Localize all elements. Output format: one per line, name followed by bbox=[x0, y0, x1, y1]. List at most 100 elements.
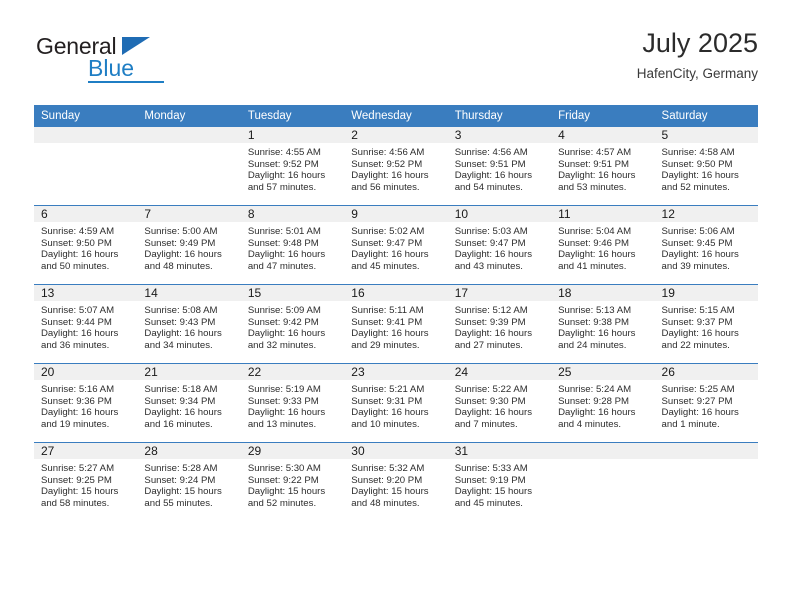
day-number: 3 bbox=[447, 127, 552, 143]
day-number: 16 bbox=[344, 285, 448, 301]
sunrise-text: Sunrise: 5:12 AM bbox=[454, 305, 528, 316]
weekday-header-sunday: Sunday bbox=[34, 105, 138, 127]
calendar-week-row: 13 Sunrise: 5:07 AM Sunset: 9:44 PM Dayl… bbox=[34, 284, 758, 364]
day-cell[interactable] bbox=[137, 127, 241, 206]
sunset-text: Sunset: 9:47 PM bbox=[454, 237, 526, 249]
day-details: Sunrise: 5:11 AM Sunset: 9:41 PM Dayligh… bbox=[344, 301, 447, 351]
day-cell[interactable]: 24 Sunrise: 5:22 AM Sunset: 9:30 PM Dayl… bbox=[447, 363, 552, 443]
day-details: Sunrise: 5:09 AM Sunset: 9:42 PM Dayligh… bbox=[241, 301, 344, 351]
daylight-text: Daylight: 16 hours and 34 minutes. bbox=[144, 328, 222, 351]
sunset-text: Sunset: 9:50 PM bbox=[661, 158, 733, 170]
day-number: 24 bbox=[447, 364, 552, 380]
day-number: 15 bbox=[240, 285, 345, 301]
day-number: 19 bbox=[654, 285, 758, 301]
day-details: Sunrise: 4:55 AM Sunset: 9:52 PM Dayligh… bbox=[241, 143, 344, 193]
sunrise-text: Sunrise: 5:28 AM bbox=[144, 463, 218, 474]
sunrise-text: Sunrise: 5:22 AM bbox=[454, 384, 528, 395]
daylight-text: Daylight: 16 hours and 52 minutes. bbox=[661, 170, 739, 193]
day-cell[interactable]: 27 Sunrise: 5:27 AM Sunset: 9:25 PM Dayl… bbox=[34, 442, 138, 521]
daylight-text: Daylight: 15 hours and 55 minutes. bbox=[144, 486, 222, 509]
day-cell[interactable]: 10 Sunrise: 5:03 AM Sunset: 9:47 PM Dayl… bbox=[447, 205, 552, 285]
day-cell[interactable]: 28 Sunrise: 5:28 AM Sunset: 9:24 PM Dayl… bbox=[137, 442, 241, 521]
daylight-text: Daylight: 16 hours and 45 minutes. bbox=[351, 249, 429, 272]
day-cell[interactable]: 20 Sunrise: 5:16 AM Sunset: 9:36 PM Dayl… bbox=[34, 363, 138, 443]
sunrise-text: Sunrise: 5:32 AM bbox=[351, 463, 425, 474]
day-cell[interactable]: 21 Sunrise: 5:18 AM Sunset: 9:34 PM Dayl… bbox=[137, 363, 241, 443]
calendar-header-row: Sunday Monday Tuesday Wednesday Thursday… bbox=[34, 105, 758, 127]
day-cell[interactable]: 23 Sunrise: 5:21 AM Sunset: 9:31 PM Dayl… bbox=[344, 363, 448, 443]
sunset-text: Sunset: 9:38 PM bbox=[558, 316, 630, 328]
sunset-text: Sunset: 9:44 PM bbox=[41, 316, 112, 328]
daylight-text: Daylight: 16 hours and 54 minutes. bbox=[454, 170, 533, 193]
day-number: 29 bbox=[240, 443, 345, 459]
day-cell[interactable]: 22 Sunrise: 5:19 AM Sunset: 9:33 PM Dayl… bbox=[240, 363, 345, 443]
day-cell[interactable]: 29 Sunrise: 5:30 AM Sunset: 9:22 PM Dayl… bbox=[240, 442, 345, 521]
sunset-text: Sunset: 9:52 PM bbox=[351, 158, 423, 170]
day-cell[interactable]: 26 Sunrise: 5:25 AM Sunset: 9:27 PM Dayl… bbox=[654, 363, 758, 443]
daylight-text: Daylight: 16 hours and 1 minute. bbox=[661, 407, 739, 430]
daylight-text: Daylight: 16 hours and 57 minutes. bbox=[247, 170, 326, 193]
sunrise-text: Sunrise: 5:04 AM bbox=[558, 226, 632, 237]
day-cell[interactable]: 18 Sunrise: 5:13 AM Sunset: 9:38 PM Dayl… bbox=[551, 284, 655, 364]
day-cell[interactable]: 5 Sunrise: 4:58 AM Sunset: 9:50 PM Dayli… bbox=[654, 127, 758, 206]
day-number: 20 bbox=[34, 364, 138, 380]
day-cell[interactable]: 4 Sunrise: 4:57 AM Sunset: 9:51 PM Dayli… bbox=[551, 127, 655, 206]
day-cell[interactable]: 8 Sunrise: 5:01 AM Sunset: 9:48 PM Dayli… bbox=[240, 205, 345, 285]
day-cell[interactable]: 12 Sunrise: 5:06 AM Sunset: 9:45 PM Dayl… bbox=[654, 205, 758, 285]
sunrise-text: Sunrise: 5:08 AM bbox=[144, 305, 218, 316]
day-number: 28 bbox=[137, 443, 241, 459]
daylight-text: Daylight: 16 hours and 19 minutes. bbox=[41, 407, 119, 430]
day-cell[interactable]: 3 Sunrise: 4:56 AM Sunset: 9:51 PM Dayli… bbox=[447, 127, 552, 206]
daylight-text: Daylight: 16 hours and 24 minutes. bbox=[558, 328, 636, 351]
day-cell[interactable]: 15 Sunrise: 5:09 AM Sunset: 9:42 PM Dayl… bbox=[240, 284, 345, 364]
day-cell[interactable] bbox=[654, 442, 758, 521]
day-number: 30 bbox=[344, 443, 448, 459]
day-details: Sunrise: 4:56 AM Sunset: 9:52 PM Dayligh… bbox=[344, 143, 447, 193]
day-cell[interactable]: 17 Sunrise: 5:12 AM Sunset: 9:39 PM Dayl… bbox=[447, 284, 552, 364]
day-cell[interactable]: 2 Sunrise: 4:56 AM Sunset: 9:52 PM Dayli… bbox=[344, 127, 448, 206]
day-cell[interactable]: 13 Sunrise: 5:07 AM Sunset: 9:44 PM Dayl… bbox=[34, 284, 138, 364]
daylight-text: Daylight: 16 hours and 32 minutes. bbox=[247, 328, 326, 351]
day-cell[interactable]: 30 Sunrise: 5:32 AM Sunset: 9:20 PM Dayl… bbox=[344, 442, 448, 521]
day-number: 17 bbox=[447, 285, 552, 301]
day-cell[interactable]: 6 Sunrise: 4:59 AM Sunset: 9:50 PM Dayli… bbox=[34, 205, 138, 285]
day-number: 5 bbox=[654, 127, 758, 143]
day-number: 27 bbox=[34, 443, 138, 459]
sunset-text: Sunset: 9:41 PM bbox=[351, 316, 423, 328]
day-cell[interactable]: 31 Sunrise: 5:33 AM Sunset: 9:19 PM Dayl… bbox=[447, 442, 552, 521]
day-cell[interactable]: 11 Sunrise: 5:04 AM Sunset: 9:46 PM Dayl… bbox=[551, 205, 655, 285]
day-details: Sunrise: 4:57 AM Sunset: 9:51 PM Dayligh… bbox=[551, 143, 654, 193]
page-title: July 2025 bbox=[642, 28, 758, 58]
daylight-text: Daylight: 16 hours and 53 minutes. bbox=[558, 170, 636, 193]
sunrise-text: Sunrise: 5:16 AM bbox=[41, 384, 115, 395]
sunrise-text: Sunrise: 5:24 AM bbox=[558, 384, 632, 395]
day-cell[interactable]: 25 Sunrise: 5:24 AM Sunset: 9:28 PM Dayl… bbox=[551, 363, 655, 443]
sunrise-text: Sunrise: 4:59 AM bbox=[41, 226, 115, 237]
daylight-text: Daylight: 16 hours and 47 minutes. bbox=[247, 249, 326, 272]
day-details: Sunrise: 5:06 AM Sunset: 9:45 PM Dayligh… bbox=[655, 222, 758, 272]
day-cell[interactable]: 1 Sunrise: 4:55 AM Sunset: 9:52 PM Dayli… bbox=[240, 127, 345, 206]
day-cell[interactable] bbox=[551, 442, 655, 521]
day-cell[interactable]: 14 Sunrise: 5:08 AM Sunset: 9:43 PM Dayl… bbox=[137, 284, 241, 364]
day-cell[interactable]: 16 Sunrise: 5:11 AM Sunset: 9:41 PM Dayl… bbox=[344, 284, 448, 364]
daylight-text: Daylight: 16 hours and 4 minutes. bbox=[558, 407, 636, 430]
sunset-text: Sunset: 9:45 PM bbox=[661, 237, 733, 249]
calendar-week-row: 27 Sunrise: 5:27 AM Sunset: 9:25 PM Dayl… bbox=[34, 442, 758, 521]
day-details: Sunrise: 5:22 AM Sunset: 9:30 PM Dayligh… bbox=[448, 380, 551, 430]
day-cell[interactable]: 19 Sunrise: 5:15 AM Sunset: 9:37 PM Dayl… bbox=[654, 284, 758, 364]
day-cell[interactable]: 9 Sunrise: 5:02 AM Sunset: 9:47 PM Dayli… bbox=[344, 205, 448, 285]
day-details: Sunrise: 5:01 AM Sunset: 9:48 PM Dayligh… bbox=[241, 222, 344, 272]
sunrise-text: Sunrise: 5:01 AM bbox=[247, 226, 321, 237]
day-cell[interactable]: 7 Sunrise: 5:00 AM Sunset: 9:49 PM Dayli… bbox=[137, 205, 241, 285]
sunset-text: Sunset: 9:50 PM bbox=[41, 237, 112, 249]
day-details: Sunrise: 5:21 AM Sunset: 9:31 PM Dayligh… bbox=[344, 380, 447, 430]
sunset-text: Sunset: 9:46 PM bbox=[558, 237, 630, 249]
sunset-text: Sunset: 9:24 PM bbox=[144, 474, 216, 486]
logo-text-blue: Blue bbox=[88, 55, 135, 81]
calendar-week-row: 20 Sunrise: 5:16 AM Sunset: 9:36 PM Dayl… bbox=[34, 363, 758, 443]
day-details: Sunrise: 5:18 AM Sunset: 9:34 PM Dayligh… bbox=[137, 380, 240, 430]
general-blue-logo[interactable]: General Blue bbox=[36, 34, 236, 90]
day-details: Sunrise: 5:30 AM Sunset: 9:22 PM Dayligh… bbox=[241, 459, 344, 509]
day-cell[interactable] bbox=[34, 127, 138, 206]
day-details bbox=[34, 143, 137, 147]
